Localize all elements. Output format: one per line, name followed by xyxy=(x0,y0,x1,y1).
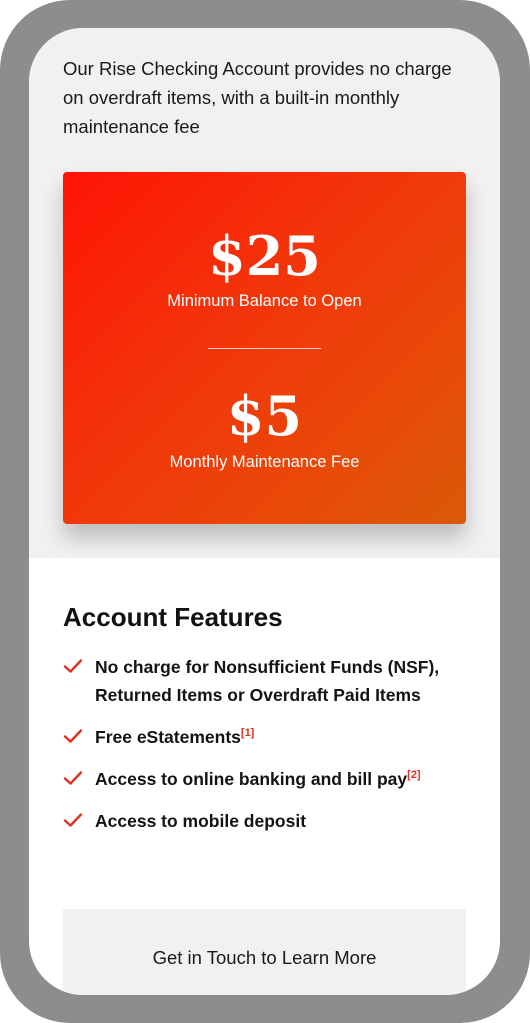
feature-item: Access to mobile deposit xyxy=(63,807,483,835)
feature-item: Access to online banking and bill pay[2] xyxy=(63,765,483,793)
account-hero: Our Rise Checking Account provides no ch… xyxy=(29,28,500,558)
feature-text: Access to mobile deposit xyxy=(95,811,307,831)
footnote-link-2[interactable]: [2] xyxy=(407,769,420,781)
features-list: No charge for Nonsufficient Funds (NSF),… xyxy=(63,653,483,849)
monthly-fee-label: Monthly Maintenance Fee xyxy=(169,453,360,471)
device-frame: Our Rise Checking Account provides no ch… xyxy=(0,0,530,1023)
get-in-touch-link[interactable]: Get in Touch to Learn More xyxy=(63,945,466,971)
pricing-divider xyxy=(208,348,321,349)
feature-item: No charge for Nonsufficient Funds (NSF),… xyxy=(63,653,483,709)
checkmark-icon xyxy=(63,771,83,785)
pricing-card: $25 Minimum Balance to Open $5 Monthly M… xyxy=(63,172,466,524)
checkmark-icon xyxy=(63,729,83,743)
features-title: Account Features xyxy=(63,602,283,632)
feature-item: Free eStatements[1] xyxy=(63,723,483,751)
phone-screen: Our Rise Checking Account provides no ch… xyxy=(29,28,500,995)
feature-text: No charge for Nonsufficient Funds (NSF),… xyxy=(95,657,440,705)
feature-text: Access to online banking and bill pay xyxy=(95,769,408,789)
minimum-balance-label: Minimum Balance to Open xyxy=(167,292,362,310)
contact-cta-box: Get in Touch to Learn More xyxy=(63,909,466,995)
checkmark-icon xyxy=(63,659,83,673)
feature-text: Free eStatements xyxy=(95,727,241,747)
monthly-fee-amount: $5 xyxy=(226,384,303,448)
intro-text: Our Rise Checking Account provides no ch… xyxy=(63,58,452,137)
checkmark-icon xyxy=(63,813,83,827)
footnote-link-1[interactable]: [1] xyxy=(241,727,254,739)
minimum-balance-amount: $25 xyxy=(208,224,321,288)
